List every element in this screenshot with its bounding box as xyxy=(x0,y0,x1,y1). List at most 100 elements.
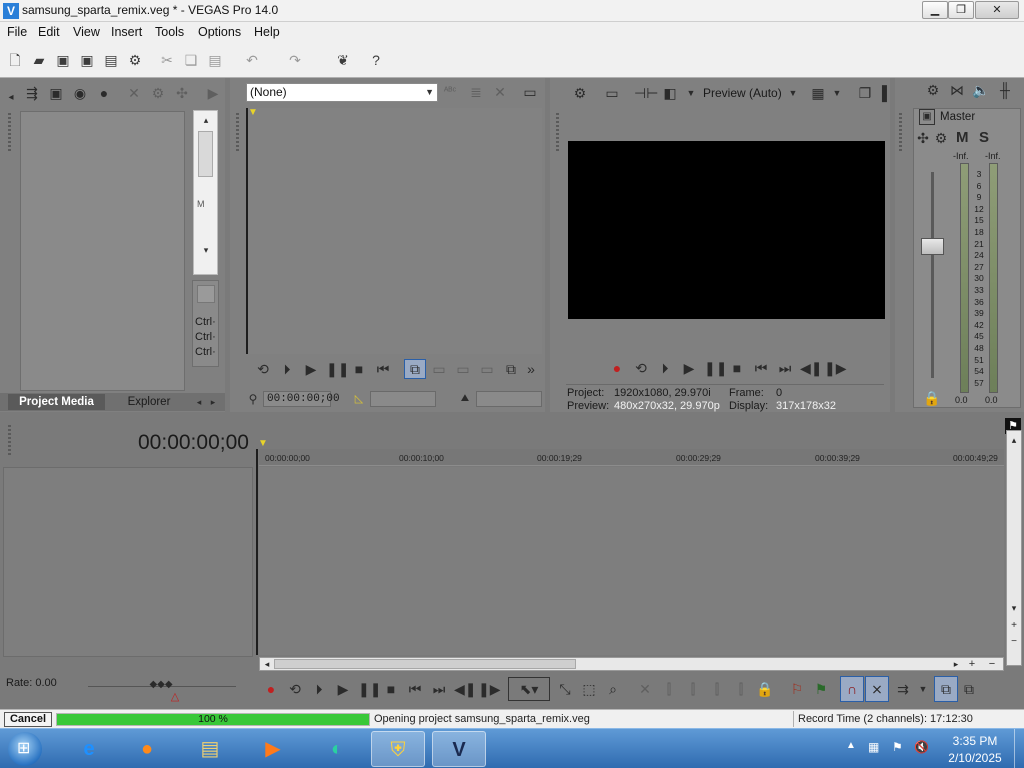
preview-quality-select[interactable]: Preview (Auto) xyxy=(703,86,782,100)
vegas-app-icon[interactable]: V xyxy=(3,3,19,19)
chevron-down-icon[interactable]: ▼ xyxy=(830,84,844,102)
mixer-layout-icon[interactable]: ╫ xyxy=(995,81,1015,99)
enable-snapping-icon[interactable]: ❦ xyxy=(334,51,352,69)
zoom-tool-icon[interactable]: ⌕ xyxy=(604,680,622,698)
scroll-left-icon[interactable]: ◂ xyxy=(4,89,18,107)
trimmer-list-icon[interactable]: ≣ xyxy=(466,83,486,101)
new-file-icon[interactable]: 🗋 xyxy=(6,51,24,69)
insert-region-icon[interactable]: ⚑ xyxy=(812,680,830,698)
go-to-start-icon[interactable]: ⏮ xyxy=(374,360,392,378)
properties-gear-icon[interactable]: ⚙ xyxy=(126,51,144,69)
more-tools-arrow-icon[interactable]: ▶ xyxy=(203,84,223,102)
more-tools-icon[interactable]: ▐ xyxy=(876,84,888,102)
tab-scroll-right-icon[interactable]: ▸ xyxy=(206,393,220,411)
next-frame-icon[interactable]: ❚▶ xyxy=(478,680,501,698)
trimmer-options-icon[interactable]: ⧉ xyxy=(502,360,520,378)
solo-button[interactable]: S xyxy=(979,129,989,146)
snapping-magnet-icon[interactable]: ∩ xyxy=(840,676,864,702)
render-as-icon[interactable]: ▤ xyxy=(102,51,120,69)
master-properties-gear-icon[interactable]: ⚙ xyxy=(923,81,943,99)
zoom-out-icon[interactable]: − xyxy=(986,655,998,673)
trimmer-monitor-icon[interactable]: ▭ xyxy=(520,83,540,101)
overwrite-mode-icon[interactable]: ⧉ xyxy=(404,359,426,379)
panel-grip[interactable] xyxy=(8,113,11,153)
pause-icon[interactable]: ❚❚ xyxy=(358,680,381,698)
tab-scroll-left-icon[interactable]: ◂ xyxy=(192,393,206,411)
video-preview-screen[interactable] xyxy=(568,141,885,319)
media-list-area[interactable] xyxy=(20,111,185,391)
selection-tool-icon[interactable]: ⬚ xyxy=(580,680,598,698)
taskbar-internet-explorer[interactable]: e xyxy=(62,731,116,767)
overlays-grid-icon[interactable]: ▦ xyxy=(808,84,828,102)
dim-output-icon[interactable]: 🔈 xyxy=(971,81,991,99)
external-monitor-icon[interactable]: ▭ xyxy=(602,84,622,102)
taskbar-media-center[interactable]: ◐ xyxy=(310,731,364,767)
stop-icon[interactable]: ■ xyxy=(382,680,400,698)
pause-icon[interactable]: ❚❚ xyxy=(704,359,727,377)
record-icon[interactable]: ● xyxy=(262,680,280,698)
taskbar-vegas[interactable]: V xyxy=(432,731,486,767)
panel-grip[interactable] xyxy=(236,113,239,153)
volume-muted-icon[interactable]: 🔇 xyxy=(914,740,929,754)
menu-tools[interactable]: Tools xyxy=(155,25,184,39)
play-from-start-icon[interactable]: ⏵ xyxy=(278,360,296,378)
record-icon[interactable]: ● xyxy=(608,359,626,377)
close-button[interactable]: ✕ xyxy=(975,1,1019,19)
save-icon[interactable]: ▣ xyxy=(54,51,72,69)
pause-icon[interactable]: ❚❚ xyxy=(326,360,349,378)
restore-button[interactable]: ❐ xyxy=(948,1,974,19)
trimmer-view[interactable]: ▼ xyxy=(246,107,542,354)
track-list[interactable] xyxy=(3,467,253,657)
trim-start-icon[interactable]: ⫿ xyxy=(684,680,702,698)
view-toggle[interactable] xyxy=(197,285,215,303)
add-to-timeline-icon[interactable]: ▭ xyxy=(478,360,496,378)
normal-edit-tool-icon[interactable]: ⬉▾ xyxy=(508,677,550,701)
tab-project-media[interactable]: Project Media xyxy=(8,394,105,410)
menu-file[interactable]: File xyxy=(7,25,27,39)
stop-icon[interactable]: ■ xyxy=(350,360,368,378)
auto-crossfade-icon[interactable]: ⨯ xyxy=(865,676,889,702)
start-button[interactable]: ⊞ xyxy=(8,732,42,766)
cancel-button[interactable]: Cancel xyxy=(4,712,52,727)
insert-mode-icon[interactable]: ▭ xyxy=(430,360,448,378)
scroll-right-icon[interactable]: ▸ xyxy=(950,655,962,673)
menu-options[interactable]: Options xyxy=(198,25,241,39)
downmix-icon[interactable]: ⋈ xyxy=(947,81,967,99)
play-icon[interactable]: ▶ xyxy=(302,360,320,378)
envelope-tool-icon[interactable]: ⤡ xyxy=(556,680,574,698)
marker-pin-icon[interactable]: ⚲ xyxy=(246,390,260,408)
lock-events-icon[interactable]: 🔒 xyxy=(756,680,774,698)
menu-edit[interactable]: Edit xyxy=(38,25,60,39)
stop-icon[interactable]: ■ xyxy=(728,359,746,377)
media-vertical-scrollbar[interactable]: ▴ M ▾ xyxy=(193,110,218,275)
chevron-down-icon[interactable]: ▼ xyxy=(684,84,698,102)
copy-snapshot-icon[interactable]: ❐ xyxy=(855,84,875,102)
panel-grip[interactable] xyxy=(556,113,559,153)
ripple-edit-icon[interactable]: ⇉ xyxy=(894,680,912,698)
tray-arrow-icon[interactable]: ▲ xyxy=(846,740,856,751)
paste-icon[interactable]: ▤ xyxy=(206,51,224,69)
taskbar-security-center[interactable]: ⛨ xyxy=(371,731,425,767)
previous-frame-icon[interactable]: ◀❚ xyxy=(454,680,477,698)
remove-media-icon[interactable]: ✕ xyxy=(124,84,144,102)
pan-icon[interactable]: ✣ xyxy=(915,129,931,147)
media-generator-icon[interactable]: ✣ xyxy=(172,84,192,102)
get-media-icon[interactable]: ◉ xyxy=(70,84,90,102)
play-from-start-icon[interactable]: ⏵ xyxy=(656,359,674,377)
web-media-icon[interactable]: ● xyxy=(94,84,114,102)
minimize-button[interactable]: ▁ xyxy=(922,1,948,19)
timeline-horizontal-scrollbar[interactable]: ◂ ▸ + − xyxy=(259,657,1004,671)
scroll-left-icon[interactable]: ◂ xyxy=(261,655,273,673)
media-fx-icon[interactable]: ⚙ xyxy=(148,84,168,102)
scroll-down-icon[interactable]: ▾ xyxy=(1007,599,1021,617)
master-fader-handle[interactable] xyxy=(921,238,944,255)
hscroll-thumb[interactable] xyxy=(274,659,576,669)
taskbar-media-player[interactable]: ▶ xyxy=(246,731,300,767)
play-icon[interactable]: ▶ xyxy=(680,359,698,377)
taskbar-firefox[interactable]: ● xyxy=(120,731,174,767)
panel-grip[interactable] xyxy=(8,425,11,455)
timeline-ruler[interactable]: 00:00:00;00 00:00:10;00 00:00:19;29 00:0… xyxy=(259,449,1004,466)
master-fx-icon[interactable]: ⚙ xyxy=(933,129,949,147)
scroll-up-icon[interactable]: ▴ xyxy=(1007,431,1021,449)
insert-marker-icon[interactable]: ⚐ xyxy=(788,680,806,698)
